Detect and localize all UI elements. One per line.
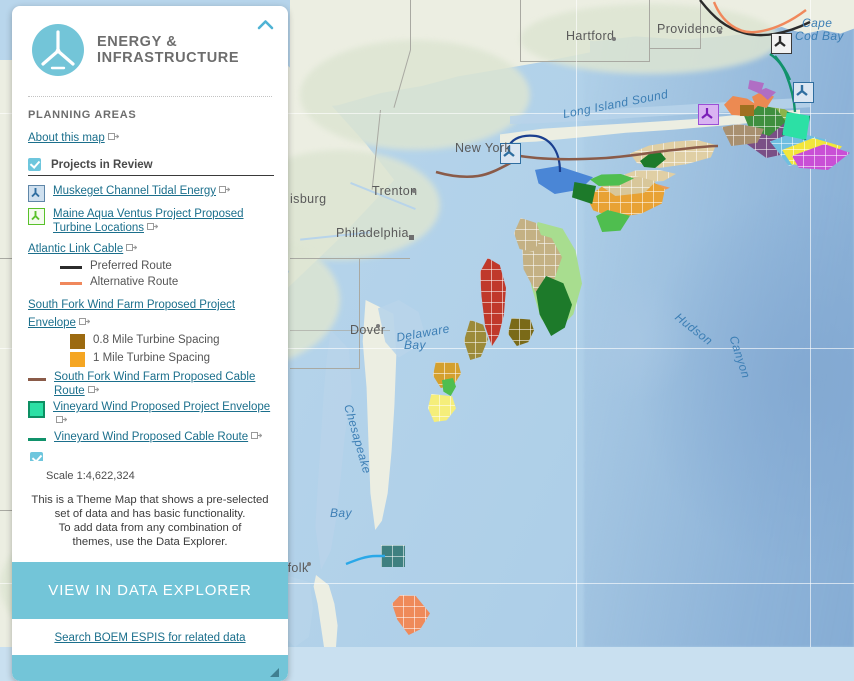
brand-line-1: ENERGY & xyxy=(97,34,178,50)
search-espis-link[interactable]: Search BOEM ESPIS for related data xyxy=(54,632,245,644)
search-espis-row: Search BOEM ESPIS for related data xyxy=(12,618,288,655)
external-link-icon[interactable] xyxy=(251,431,263,440)
description-line-3: To add data from any combination of xyxy=(58,522,242,535)
wind-turbine-icon xyxy=(32,24,84,76)
group-underline xyxy=(28,175,274,176)
description-line-2: set of data and has basic functionality. xyxy=(54,507,246,520)
legend-item-south-fork-cable-route[interactable]: South Fork Wind Farm Proposed Cable Rout… xyxy=(28,371,274,398)
line-swatch-alternative-route xyxy=(60,281,82,285)
external-link-icon[interactable] xyxy=(126,239,138,251)
color-swatch-vineyard-envelope xyxy=(28,401,45,418)
map-label: isburg xyxy=(290,192,327,206)
about-this-map-link[interactable]: About this map xyxy=(28,132,105,144)
panel-body: PLANNING AREAS About this map Projects i… xyxy=(12,97,288,482)
panel-footer xyxy=(12,654,288,681)
legend-label-alternative-route: Alternative Route xyxy=(90,275,179,288)
legend-item-vineyard-cable-route[interactable]: Vineyard Wind Proposed Cable Route xyxy=(28,431,274,445)
panel-title: ENERGY & INFRASTRUCTURE xyxy=(97,34,239,66)
panel-description: This is a Theme Map that shows a pre-sel… xyxy=(12,482,288,562)
legend-item-south-fork-envelope[interactable]: South Fork Wind Farm Proposed Project En… xyxy=(28,295,274,331)
group-label: Projects in Review xyxy=(51,158,153,171)
external-link-icon[interactable] xyxy=(219,185,231,194)
description-line-1: This is a Theme Map that shows a pre-sel… xyxy=(31,493,269,506)
legend-label-spacing-0-8: 0.8 Mile Turbine Spacing xyxy=(93,334,220,346)
map-marker-nantucket[interactable] xyxy=(793,82,814,103)
energy-infrastructure-panel[interactable]: ENERGY & INFRASTRUCTURE PLANNING AREAS A… xyxy=(12,6,288,681)
group-projects-in-review[interactable]: Projects in Review xyxy=(28,158,274,171)
map-label: Dover xyxy=(350,323,386,337)
legend-sub-alternative-route: Alternative Route xyxy=(60,276,274,290)
legend-sub-spacing-1: 1 Mile Turbine Spacing xyxy=(70,352,274,367)
legend-label-muskeget[interactable]: Muskeget Channel Tidal Energy xyxy=(53,185,216,197)
section-title-planning-areas: PLANNING AREAS xyxy=(28,109,137,121)
map-marker-cape-cod[interactable] xyxy=(771,33,792,54)
map-label: Cape xyxy=(802,16,833,30)
external-link-icon[interactable] xyxy=(78,313,91,325)
legend-label-vineyard-cable-route[interactable]: Vineyard Wind Proposed Cable Route xyxy=(54,431,248,443)
legend-sub-preferred-route: Preferred Route xyxy=(60,260,274,274)
map-label: New York xyxy=(455,141,512,155)
legend-label-spacing-1: 1 Mile Turbine Spacing xyxy=(93,352,210,364)
legend-label-south-fork-cable-route[interactable]: South Fork Wind Farm Proposed Cable Rout… xyxy=(54,371,255,397)
legend-item-muskeget[interactable]: Muskeget Channel Tidal Energy xyxy=(28,185,274,202)
legend-item-atlantic-link-cable[interactable]: Atlantic Link Cable xyxy=(28,239,274,257)
legend-label-south-fork-envelope[interactable]: South Fork Wind Farm Proposed Project En… xyxy=(28,299,235,329)
legend-item-maine-aqua-ventus[interactable]: Maine Aqua Ventus Project Proposed Turbi… xyxy=(28,208,274,235)
chevron-up-icon[interactable] xyxy=(252,12,278,36)
hudson-canyon-shading xyxy=(572,275,692,405)
map-label: Bay xyxy=(404,338,426,352)
checkbox-second-group[interactable] xyxy=(30,451,43,461)
map-label: Cod Bay xyxy=(795,29,844,43)
line-swatch-south-fork-cable xyxy=(28,378,46,381)
map-label: Providence xyxy=(657,22,724,36)
color-swatch-spacing-1 xyxy=(70,352,85,367)
external-link-icon[interactable] xyxy=(56,415,68,424)
map-label: Trenton xyxy=(372,184,418,198)
second-group-row[interactable] xyxy=(28,451,274,461)
turbine-icon-blue xyxy=(28,185,45,202)
about-this-map-row: About this map xyxy=(28,128,274,146)
map-scale: Scale 1:4,622,324 xyxy=(46,469,135,482)
map-label: Bay xyxy=(330,506,352,520)
view-in-data-explorer-button[interactable]: VIEW IN DATA EXPLORER xyxy=(12,561,288,619)
map-label: Hartford xyxy=(566,29,615,43)
resize-grip-icon[interactable] xyxy=(269,665,280,677)
description-line-4: themes, use the Data Explorer. xyxy=(72,536,228,549)
checkbox-projects-in-review[interactable] xyxy=(28,158,41,171)
line-swatch-preferred-route xyxy=(60,266,82,269)
legend-label-vineyard-envelope[interactable]: Vineyard Wind Proposed Project Envelope xyxy=(53,401,270,413)
panel-header: ENERGY & INFRASTRUCTURE xyxy=(12,6,288,76)
external-link-icon[interactable] xyxy=(87,385,100,394)
legend-item-vineyard-envelope[interactable]: Vineyard Wind Proposed Project Envelope xyxy=(28,401,274,428)
external-link-icon[interactable] xyxy=(147,222,159,231)
legend-label-preferred-route: Preferred Route xyxy=(90,260,172,272)
turbine-icon-green xyxy=(28,208,45,225)
map-marker-aqua-ventus[interactable] xyxy=(698,104,719,125)
map-label: Philadelphia xyxy=(336,226,409,240)
external-link-icon[interactable] xyxy=(107,128,120,140)
legend-sub-spacing-0-8: 0.8 Mile Turbine Spacing xyxy=(70,334,274,349)
legend-label-atlantic-link-cable[interactable]: Atlantic Link Cable xyxy=(28,243,123,255)
line-swatch-vineyard-cable xyxy=(28,438,46,441)
brand-line-2: INFRASTRUCTURE xyxy=(97,50,240,66)
color-swatch-spacing-0-8 xyxy=(70,334,85,349)
